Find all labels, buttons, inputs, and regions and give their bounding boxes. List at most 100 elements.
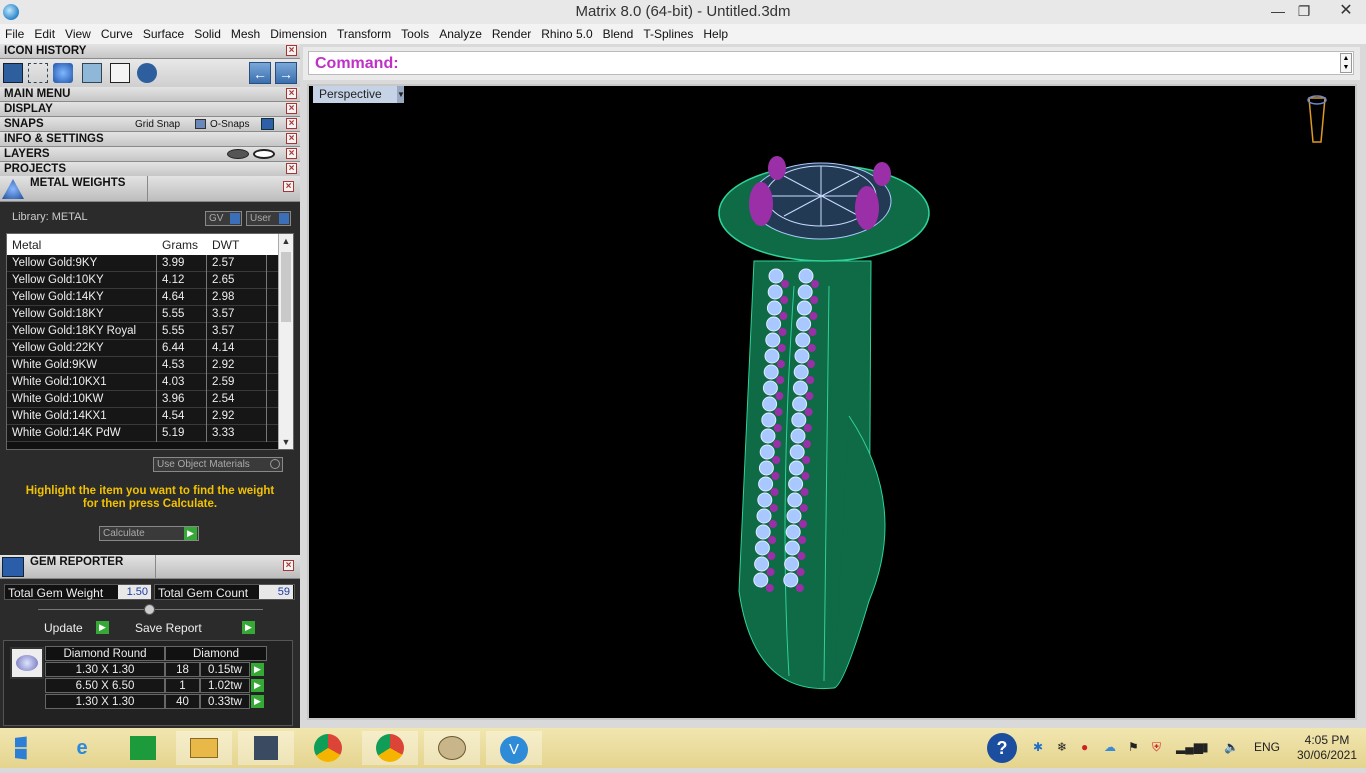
eye-icon[interactable] — [253, 149, 275, 159]
paint-icon[interactable] — [424, 731, 480, 765]
snaps-header[interactable]: SNAPS Grid Snap O-Snaps × — [0, 117, 300, 132]
table-scrollbar[interactable]: ▲ ▼ — [278, 234, 293, 449]
scroll-thumb[interactable] — [281, 252, 291, 322]
document-icon[interactable] — [110, 63, 130, 83]
play-icon[interactable]: ▶ — [251, 663, 264, 676]
save-icon[interactable] — [3, 63, 23, 83]
scroll-up-icon[interactable]: ▲ — [279, 236, 293, 246]
volume-icon[interactable]: 🔈 — [1224, 740, 1239, 754]
close-icon[interactable]: × — [283, 181, 294, 192]
col-grams[interactable]: Grams — [162, 238, 198, 252]
close-icon[interactable]: × — [286, 118, 297, 129]
close-icon[interactable]: × — [286, 148, 297, 159]
projects-header[interactable]: PROJECTS × — [0, 162, 300, 177]
slider-handle[interactable] — [144, 604, 155, 615]
icon-history-header[interactable]: ICON HISTORY × — [0, 44, 300, 59]
menu-tools[interactable]: Tools — [396, 24, 434, 44]
update-button[interactable]: Update ▶ — [41, 620, 112, 636]
diamond-round-icon[interactable] — [10, 647, 44, 679]
command-scroll[interactable]: ▲ ▼ — [1340, 53, 1352, 73]
cloud-icon[interactable]: ☁ — [1104, 740, 1116, 754]
signal-icon[interactable]: ▂▄▆ — [1176, 740, 1203, 754]
use-object-materials-toggle[interactable]: Use Object Materials — [153, 457, 283, 472]
close-icon[interactable]: ✕ — [1327, 0, 1365, 22]
play-icon[interactable]: ▶ — [251, 679, 264, 692]
table-row[interactable]: White Gold:10KX1 4.03 2.59 — [7, 374, 279, 391]
menu-dimension[interactable]: Dimension — [265, 24, 332, 44]
col-metal[interactable]: Metal — [12, 238, 41, 252]
forward-arrow-icon[interactable]: → — [275, 62, 297, 84]
command-input[interactable]: Command: — [308, 51, 1354, 75]
layer-shape-icon[interactable] — [227, 149, 249, 159]
close-icon[interactable]: × — [283, 560, 294, 571]
beats-icon[interactable]: ● — [1081, 740, 1088, 754]
close-icon[interactable]: × — [286, 88, 297, 99]
user-button[interactable]: User — [246, 211, 291, 226]
matrix-app-icon[interactable] — [238, 731, 294, 765]
minimize-icon[interactable]: — — [1265, 0, 1291, 22]
vray-icon[interactable]: V — [486, 731, 542, 765]
display-header[interactable]: DISPLAY × — [0, 102, 300, 117]
table-row[interactable]: Yellow Gold:18KY Royal 5.55 3.57 — [7, 323, 279, 340]
layers-header[interactable]: LAYERS × — [0, 147, 300, 162]
grid-icon[interactable] — [82, 63, 102, 83]
restore-icon[interactable]: ❐ — [1291, 0, 1317, 22]
close-icon[interactable]: × — [286, 103, 297, 114]
file-explorer-icon[interactable] — [176, 731, 232, 765]
back-arrow-icon[interactable]: ← — [249, 62, 271, 84]
perspective-viewport[interactable]: Perspective ▼ — [307, 84, 1357, 720]
col-dwt[interactable]: DWT — [212, 238, 239, 252]
transform-icon[interactable] — [28, 63, 48, 83]
menu-tsplines[interactable]: T-Splines — [638, 24, 698, 44]
scroll-down-icon[interactable]: ▼ — [279, 437, 293, 447]
language-indicator[interactable]: ENG — [1254, 740, 1280, 754]
table-row[interactable]: White Gold:10KW 3.96 2.54 — [7, 391, 279, 408]
menu-blend[interactable]: Blend — [598, 24, 639, 44]
internet-explorer-icon[interactable]: e — [54, 731, 110, 765]
menu-render[interactable]: Render — [487, 24, 536, 44]
chrome-window-icon[interactable] — [362, 731, 418, 765]
menu-view[interactable]: View — [60, 24, 96, 44]
clock[interactable]: 4:05 PM 30/06/2021 — [1296, 733, 1358, 763]
menu-analyze[interactable]: Analyze — [434, 24, 487, 44]
store-icon[interactable] — [115, 731, 171, 765]
shield-icon[interactable]: ⛨ — [1152, 740, 1161, 755]
close-icon[interactable]: × — [286, 45, 297, 56]
gv-button[interactable]: GV — [205, 211, 242, 226]
play-icon[interactable]: ▶ — [251, 695, 264, 708]
close-icon[interactable]: × — [286, 133, 297, 144]
info-settings-header[interactable]: INFO & SETTINGS × — [0, 132, 300, 147]
flag-icon[interactable]: ⚑ — [1128, 740, 1139, 754]
battery-icon[interactable]: ▮ — [1202, 740, 1209, 754]
help-icon[interactable]: ? — [987, 733, 1017, 763]
calculate-button[interactable]: Calculate ▶ — [99, 526, 199, 541]
run-icon[interactable] — [137, 63, 157, 83]
menu-rhino[interactable]: Rhino 5.0 — [536, 24, 597, 44]
table-row[interactable]: Yellow Gold:9KY 3.99 2.57 — [7, 255, 279, 272]
main-menu-header[interactable]: MAIN MENU × — [0, 87, 300, 102]
menu-surface[interactable]: Surface — [138, 24, 189, 44]
gem-tool-icon[interactable] — [53, 63, 73, 83]
bluetooth-icon[interactable]: ✱ — [1033, 740, 1043, 754]
table-row[interactable]: Yellow Gold:10KY 4.12 2.65 — [7, 272, 279, 289]
menu-solid[interactable]: Solid — [189, 24, 226, 44]
snowflake-icon[interactable]: ❄ — [1057, 740, 1067, 754]
table-row[interactable]: White Gold:9KW 4.53 2.92 — [7, 357, 279, 374]
save-report-button[interactable]: Save Report ▶ — [132, 620, 258, 636]
grid-snap-toggle[interactable] — [195, 119, 206, 129]
chrome-icon[interactable] — [300, 731, 356, 765]
osnaps-toggle[interactable] — [261, 118, 274, 130]
menu-transform[interactable]: Transform — [332, 24, 396, 44]
menu-curve[interactable]: Curve — [96, 24, 138, 44]
table-row[interactable]: White Gold:14K PdW 5.19 3.33 — [7, 425, 279, 442]
menu-file[interactable]: File — [0, 24, 29, 44]
close-icon[interactable]: × — [286, 163, 297, 174]
ring-model[interactable] — [309, 86, 1355, 718]
table-row[interactable]: Yellow Gold:18KY 5.55 3.57 — [7, 306, 279, 323]
menu-help[interactable]: Help — [698, 24, 733, 44]
table-row[interactable]: Yellow Gold:14KY 4.64 2.98 — [7, 289, 279, 306]
menu-mesh[interactable]: Mesh — [226, 24, 265, 44]
menu-edit[interactable]: Edit — [29, 24, 60, 44]
start-button[interactable] — [0, 731, 56, 765]
table-row[interactable]: White Gold:14KX1 4.54 2.92 — [7, 408, 279, 425]
